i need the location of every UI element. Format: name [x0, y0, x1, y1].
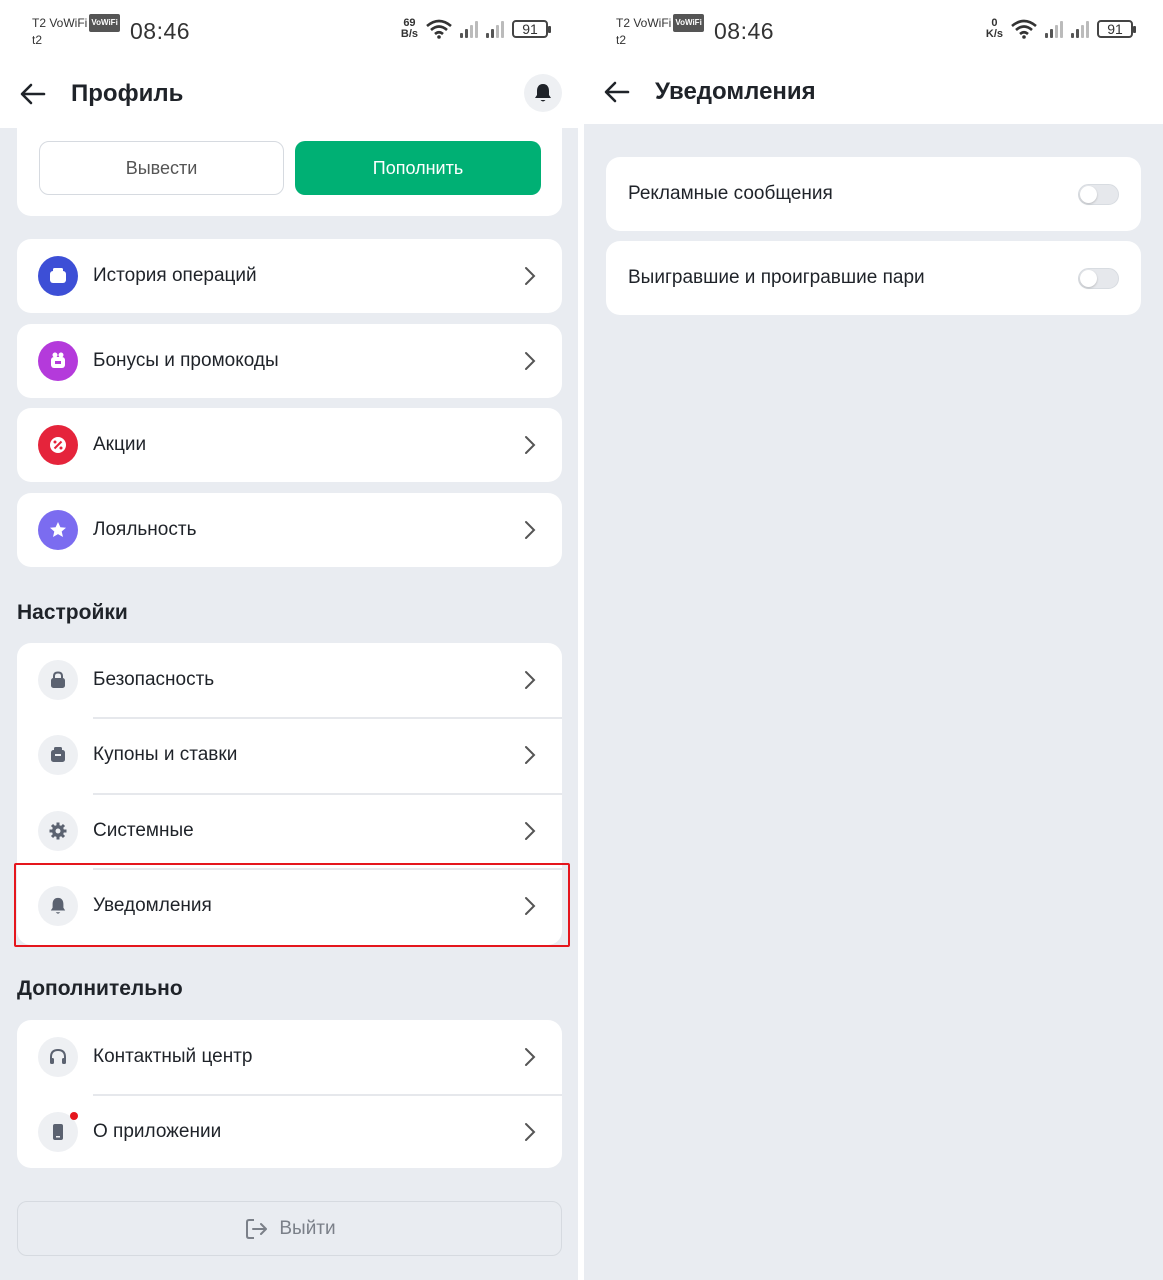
notifications-button[interactable] [524, 74, 562, 112]
clock: 08:46 [130, 18, 191, 44]
settings-item-system[interactable]: Системные [17, 794, 562, 868]
chevron-right-icon [525, 521, 536, 539]
menu-card-history: История операций [17, 239, 562, 313]
deposit-button[interactable]: Пополнить [295, 141, 541, 195]
settings-item-label: Безопасность [93, 669, 215, 690]
menu-card-loyalty: Лояльность [17, 493, 562, 567]
chevron-right-icon [525, 1048, 536, 1066]
chevron-right-icon [525, 671, 536, 689]
gear-icon [38, 811, 78, 851]
signal-icon-2 [1071, 20, 1089, 38]
chevron-right-icon [525, 352, 536, 370]
chevron-right-icon [525, 897, 536, 915]
menu-item-label: Акции [93, 434, 147, 455]
battery-icon: 91 [512, 20, 551, 38]
star-icon [38, 510, 78, 550]
wifi-icon [426, 19, 452, 39]
notifications-header: Уведомления [584, 62, 1163, 124]
notification-setting-bets: Выигравшие и проигравшие пари [606, 241, 1141, 315]
wifi-icon [1011, 19, 1037, 39]
extra-item-contact-center[interactable]: Контактный центр [17, 1020, 562, 1094]
lock-icon [38, 660, 78, 700]
clock: 08:46 [714, 18, 775, 44]
carrier-info: T2 VoWiFi VoWiFi t2 [616, 14, 704, 48]
menu-item-history[interactable]: История операций [17, 239, 562, 313]
status-bar: T2 VoWiFi VoWiFi t2 08:46 0 K/s 91 [584, 0, 1163, 62]
carrier-name: T2 VoWiFi [32, 16, 88, 30]
menu-item-bonuses[interactable]: Бонусы и промокоды [17, 324, 562, 398]
phone-icon [38, 1112, 78, 1152]
carrier-name: T2 VoWiFi [616, 16, 672, 30]
menu-card-bonuses: Бонусы и промокоды [17, 324, 562, 398]
new-badge-dot [70, 1112, 78, 1120]
balance-actions: Вывести Пополнить [17, 128, 562, 216]
settings-item-label: Уведомления [93, 895, 212, 916]
extra-item-about-app[interactable]: О приложении [17, 1095, 562, 1169]
settings-item-label: Купоны и ставки [93, 744, 238, 765]
headset-icon [38, 1037, 78, 1077]
status-bar: T2 VoWiFi VoWiFi t2 08:46 69 B/s 91 [0, 0, 578, 62]
chevron-right-icon [525, 1123, 536, 1141]
menu-item-label: История операций [93, 265, 257, 286]
profile-screen: T2 VoWiFi VoWiFi t2 08:46 69 B/s 91 Профи… [0, 0, 578, 1280]
carrier-sub: t2 [616, 33, 627, 47]
ads-toggle[interactable] [1078, 184, 1119, 205]
network-speed-unit: B/s [400, 28, 418, 40]
volte-badge: VoWiFi [673, 14, 704, 32]
settings-card: Безопасность Купоны и ставки Системные У… [17, 643, 562, 945]
status-icons: 69 B/s 91 [401, 18, 551, 40]
signal-icon [1045, 20, 1063, 38]
menu-item-promotions[interactable]: Акции [17, 408, 562, 482]
wallet-icon [38, 256, 78, 296]
chevron-right-icon [525, 436, 536, 454]
menu-item-label: Бонусы и промокоды [93, 350, 279, 371]
notification-setting-ads: Рекламные сообщения [606, 157, 1141, 231]
extra-item-label: О приложении [93, 1121, 222, 1142]
bell-icon [535, 84, 551, 102]
back-arrow-icon[interactable] [18, 79, 48, 109]
network-speed-unit: K/s [985, 28, 1003, 40]
chevron-right-icon [525, 746, 536, 764]
extra-item-label: Контактный центр [93, 1046, 253, 1067]
network-speed: 0 K/s [986, 18, 1003, 40]
menu-item-label: Лояльность [93, 519, 197, 540]
withdraw-button[interactable]: Вывести [39, 141, 284, 195]
menu-card-promotions: Акции [17, 408, 562, 482]
volte-badge: VoWiFi [89, 14, 120, 32]
percent-badge-icon [38, 425, 78, 465]
notification-setting-label: Выигравшие и проигравшие пари [628, 267, 925, 288]
network-speed: 69 B/s [401, 18, 418, 40]
logout-label: Выйти [279, 1217, 336, 1239]
settings-item-label: Системные [93, 820, 194, 841]
notification-setting-label: Рекламные сообщения [628, 183, 833, 204]
chevron-right-icon [525, 822, 536, 840]
notifications-screen: T2 VoWiFi VoWiFi t2 08:46 0 K/s 91 Уведом… [584, 0, 1163, 1280]
menu-item-loyalty[interactable]: Лояльность [17, 493, 562, 567]
battery-icon: 91 [1097, 20, 1136, 38]
bets-toggle[interactable] [1078, 268, 1119, 289]
signal-icon [460, 20, 478, 38]
status-icons: 0 K/s 91 [986, 18, 1136, 40]
carrier-sub: t2 [32, 33, 43, 47]
settings-section-title: Настройки [17, 601, 128, 624]
back-arrow-icon[interactable] [602, 77, 632, 107]
page-title: Уведомления [655, 78, 816, 105]
settings-item-security[interactable]: Безопасность [17, 643, 562, 717]
gift-icon [38, 341, 78, 381]
settings-item-coupons[interactable]: Купоны и ставки [17, 718, 562, 792]
settings-item-notifications[interactable]: Уведомления [17, 869, 562, 943]
extra-section-title: Дополнительно [17, 977, 183, 1000]
logout-button[interactable]: Выйти [17, 1201, 562, 1256]
coupon-icon [38, 735, 78, 775]
logout-icon [246, 1218, 268, 1239]
chevron-right-icon [525, 267, 536, 285]
extra-card: Контактный центр О приложении [17, 1020, 562, 1168]
profile-header: Профиль [0, 62, 578, 128]
carrier-info: T2 VoWiFi VoWiFi t2 [32, 14, 120, 48]
signal-icon-2 [486, 20, 504, 38]
bell-icon [38, 886, 78, 926]
page-title: Профиль [71, 80, 184, 107]
